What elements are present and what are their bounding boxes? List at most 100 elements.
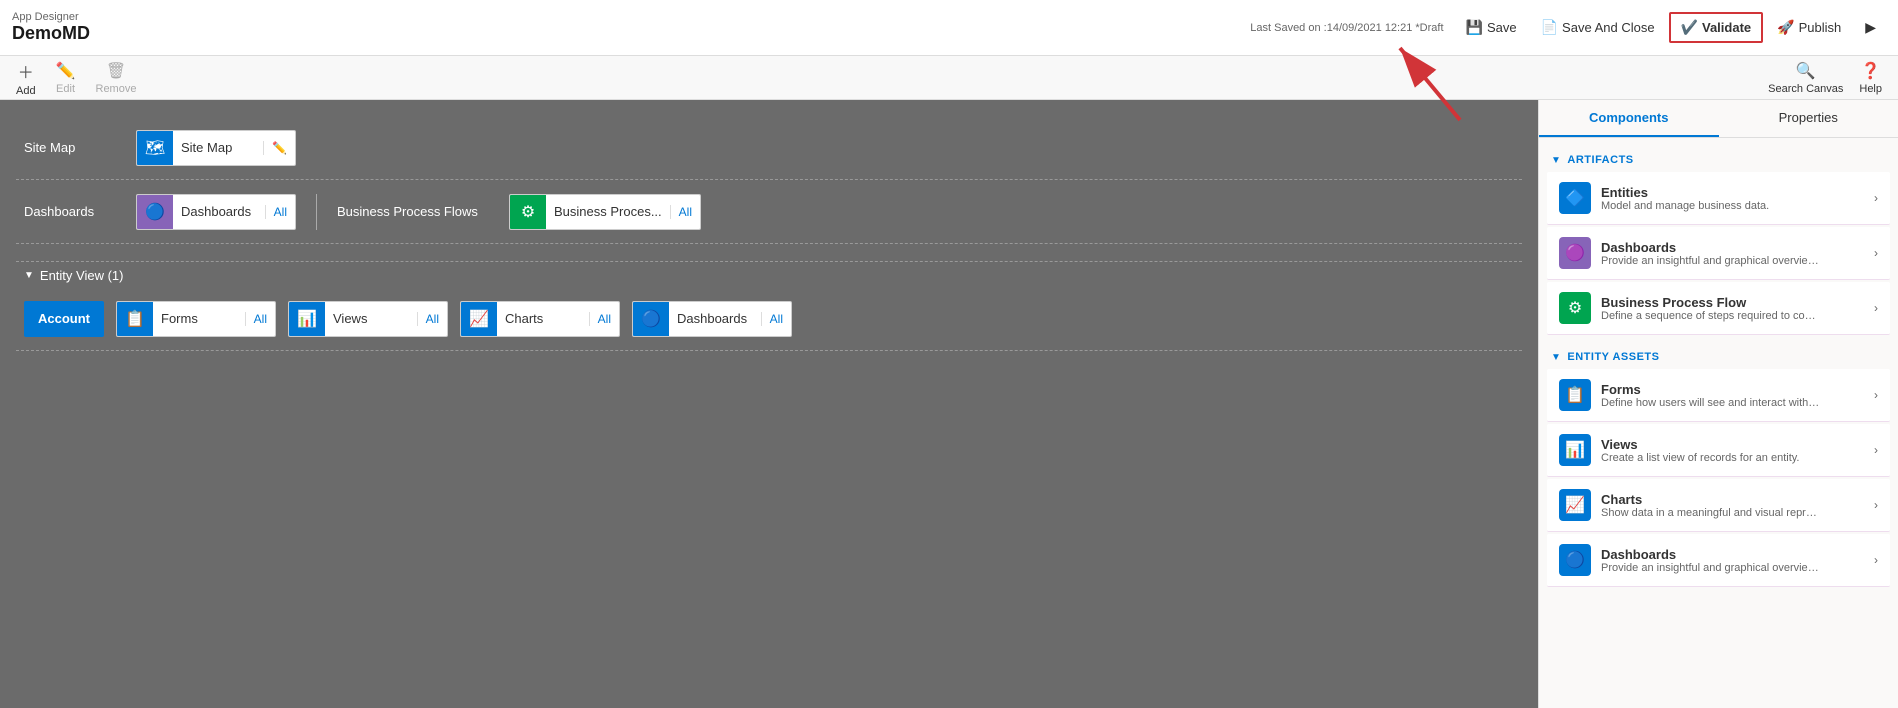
tab-properties[interactable]: Properties (1719, 100, 1898, 137)
save-close-icon: 📄 (1541, 19, 1558, 36)
asset-forms-icon: 📋 (1559, 379, 1591, 411)
account-button[interactable]: Account (24, 301, 104, 337)
artifact-dashboards-desc: Provide an insightful and graphical over… (1601, 255, 1821, 267)
asset-forms-text: Forms Define how users will see and inte… (1601, 382, 1874, 409)
artifact-dashboards-text: Dashboards Provide an insightful and gra… (1601, 240, 1874, 267)
help-button[interactable]: ❓ Help (1859, 61, 1882, 95)
entity-dashboards-icon: 🔵 (633, 301, 669, 337)
asset-charts-title: Charts (1601, 492, 1874, 507)
artifact-entities[interactable]: 🔷 Entities Model and manage business dat… (1547, 172, 1890, 225)
save-and-close-button[interactable]: 📄 Save And Close (1531, 14, 1665, 41)
artifact-dashboards-icon: 🟣 (1559, 237, 1591, 269)
canvas: Site Map 🗺 Site Map ✏️ Dashboards 🔵 Dash… (0, 100, 1538, 708)
artifact-bpf-text: Business Process Flow Define a sequence … (1601, 295, 1874, 322)
entities-desc: Model and manage business data. (1601, 200, 1821, 212)
artifacts-section-header: ▼ ARTIFACTS (1539, 146, 1898, 170)
sitemap-icon: 🗺 (137, 130, 173, 166)
artifact-bpf-desc: Define a sequence of steps required to c… (1601, 310, 1821, 322)
bpf-component[interactable]: ⚙ Business Proces... All (509, 194, 701, 230)
artifact-bpf-icon: ⚙ (1559, 292, 1591, 324)
forms-component[interactable]: 📋 Forms All (116, 301, 276, 337)
entity-assets-label: ENTITY ASSETS (1567, 351, 1659, 363)
search-canvas-button[interactable]: 🔍 Search Canvas (1768, 61, 1843, 95)
save-icon: 💾 (1466, 19, 1483, 36)
dashboards-all-btn[interactable]: All (265, 205, 295, 219)
dashboards-label: Dashboards (24, 204, 124, 219)
tab-components[interactable]: Components (1539, 100, 1719, 137)
views-component[interactable]: 📊 Views All (288, 301, 448, 337)
save-button[interactable]: 💾 Save (1456, 14, 1527, 41)
asset-views-text: Views Create a list view of records for … (1601, 437, 1874, 464)
asset-forms-desc: Define how users will see and interact w… (1601, 397, 1821, 409)
entity-chevron-icon: ▼ (24, 270, 34, 281)
entity-view-label: Entity View (1) (40, 268, 124, 283)
row-divider (316, 194, 317, 230)
right-panel: Components Properties ▼ ARTIFACTS 🔷 Enti… (1538, 100, 1898, 708)
asset-views-icon: 📊 (1559, 434, 1591, 466)
last-saved: Last Saved on :14/09/2021 12:21 *Draft (1250, 22, 1443, 34)
dashboards-item-label: Dashboards (173, 204, 265, 219)
artifact-bpf-chevron-icon: › (1874, 301, 1878, 315)
artifact-bpf[interactable]: ⚙ Business Process Flow Define a sequenc… (1547, 282, 1890, 335)
app-designer-label: App Designer (12, 11, 90, 23)
asset-forms[interactable]: 📋 Forms Define how users will see and in… (1547, 369, 1890, 422)
entity-dashboards-component[interactable]: 🔵 Dashboards All (632, 301, 792, 337)
edit-action[interactable]: ✏️ Edit (56, 61, 76, 95)
add-icon: ＋ (18, 59, 34, 83)
entity-view-header: ▼ Entity View (1) (16, 262, 1522, 287)
charts-component[interactable]: 📈 Charts All (460, 301, 620, 337)
validate-icon: ✔️ (1681, 19, 1698, 36)
dashboards-bpf-row: Dashboards 🔵 Dashboards All Business Pro… (16, 180, 1522, 244)
asset-charts[interactable]: 📈 Charts Show data in a meaningful and v… (1547, 479, 1890, 532)
bpf-icon: ⚙ (510, 194, 546, 230)
artifact-dashboards-title: Dashboards (1601, 240, 1874, 255)
sitemap-edit-icon[interactable]: ✏️ (263, 141, 295, 155)
sitemap-component[interactable]: 🗺 Site Map ✏️ (136, 130, 296, 166)
forms-item-label: Forms (153, 311, 245, 326)
sitemap-row: Site Map 🗺 Site Map ✏️ (16, 116, 1522, 180)
forms-icon: 📋 (117, 301, 153, 337)
entities-chevron-icon: › (1874, 191, 1878, 205)
charts-all-btn[interactable]: All (589, 312, 619, 326)
asset-dashboards-chevron-icon: › (1874, 553, 1878, 567)
remove-icon: 🗑 (106, 61, 126, 81)
remove-action[interactable]: 🗑 Remove (96, 61, 137, 95)
asset-charts-icon: 📈 (1559, 489, 1591, 521)
bpf-all-btn[interactable]: All (670, 205, 700, 219)
play-button[interactable]: ▶ (1855, 14, 1886, 41)
charts-item-label: Charts (497, 311, 589, 326)
dashboards-icon: 🔵 (137, 194, 173, 230)
asset-charts-chevron-icon: › (1874, 498, 1878, 512)
asset-views-title: Views (1601, 437, 1874, 452)
entities-text: Entities Model and manage business data. (1601, 185, 1874, 212)
bpf-item-label: Business Proces... (546, 204, 670, 219)
entity-assets-section-header: ▼ ENTITY ASSETS (1539, 343, 1898, 367)
views-icon: 📊 (289, 301, 325, 337)
help-icon: ❓ (1861, 61, 1881, 81)
views-all-btn[interactable]: All (417, 312, 447, 326)
publish-button[interactable]: 🚀 Publish (1767, 14, 1851, 41)
artifact-bpf-title: Business Process Flow (1601, 295, 1874, 310)
top-bar: App Designer DemoMD Last Saved on :14/09… (0, 0, 1898, 56)
add-action[interactable]: ＋ Add (16, 59, 36, 97)
artifact-dashboards-chevron-icon: › (1874, 246, 1878, 260)
main-layout: Site Map 🗺 Site Map ✏️ Dashboards 🔵 Dash… (0, 100, 1898, 708)
toolbar: ＋ Add ✏️ Edit 🗑 Remove 🔍 Search Canvas ❓… (0, 56, 1898, 100)
asset-dashboards[interactable]: 🔵 Dashboards Provide an insightful and g… (1547, 534, 1890, 587)
asset-charts-desc: Show data in a meaningful and visual rep… (1601, 507, 1821, 519)
canvas-bottom (16, 351, 1522, 411)
asset-views-desc: Create a list view of records for an ent… (1601, 452, 1821, 464)
entity-assets-chevron-icon: ▼ (1551, 352, 1561, 363)
asset-views[interactable]: 📊 Views Create a list view of records fo… (1547, 424, 1890, 477)
entities-title: Entities (1601, 185, 1874, 200)
validate-button[interactable]: ✔️ Validate (1669, 12, 1764, 43)
panel-body: ▼ ARTIFACTS 🔷 Entities Model and manage … (1539, 138, 1898, 708)
play-icon: ▶ (1865, 19, 1876, 36)
entity-dashboards-all-btn[interactable]: All (761, 312, 791, 326)
forms-all-btn[interactable]: All (245, 312, 275, 326)
dashboards-component[interactable]: 🔵 Dashboards All (136, 194, 296, 230)
asset-forms-chevron-icon: › (1874, 388, 1878, 402)
asset-dashboards-icon: 🔵 (1559, 544, 1591, 576)
artifact-dashboards[interactable]: 🟣 Dashboards Provide an insightful and g… (1547, 227, 1890, 280)
artifacts-label: ARTIFACTS (1567, 154, 1633, 166)
